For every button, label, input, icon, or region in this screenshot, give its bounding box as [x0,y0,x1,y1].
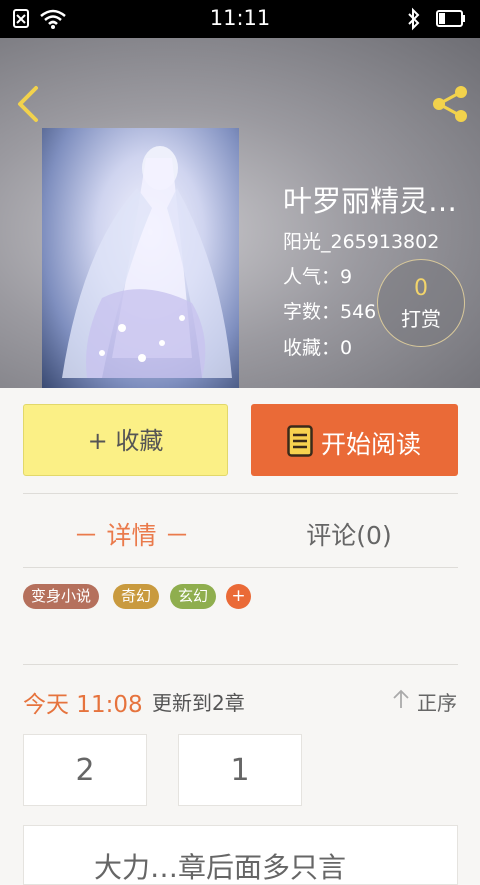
add-to-favorites-button[interactable]: + 收藏 [23,404,228,476]
start-reading-button[interactable]: 开始阅读 [251,404,458,476]
book-header: 叶罗丽精灵… 阳光_265913802 人气：9 字数：546 收藏：0 0 打… [0,38,480,388]
status-bar: 11:11 [0,0,480,38]
chapter-preview-text: 大力…章后面多只言 [94,851,347,884]
tag-transformation-novel[interactable]: 变身小说 [23,584,100,609]
book-author[interactable]: 阳光_265913802 [283,227,439,254]
tip-label: 打赏 [401,307,441,331]
start-reading-label: 开始阅读 [321,430,422,459]
book-icon [287,425,313,457]
update-status: 更新到2章 [152,691,245,715]
share-icon[interactable] [429,83,471,125]
book-favorite-count: 收藏：0 [283,337,353,359]
divider [23,493,458,494]
battery-icon [436,10,465,27]
chapter-item[interactable]: 2 [23,734,147,806]
chapter-item[interactable]: 1 [178,734,302,806]
arrow-up-icon [393,689,409,708]
tag-xuanhuan[interactable]: 玄幻 [170,584,217,609]
book-cover-image[interactable] [42,128,239,388]
tab-comments[interactable]: 评论(0) [240,516,458,552]
sort-label: 正序 [417,691,457,715]
bluetooth-icon [408,7,420,31]
tab-detail[interactable]: － 详情 － [23,516,240,552]
book-word-count: 字数：546 [283,301,377,323]
sort-order-toggle[interactable]: 正序 [392,687,457,716]
book-popularity: 人气：9 [283,266,353,288]
update-time: 今天 11:08 [23,692,143,718]
tip-count: 0 [414,276,428,301]
chapter-preview-card[interactable]: 大力…章后面多只言 [23,825,458,885]
back-icon[interactable] [12,84,44,124]
tip-button[interactable]: 0 打赏 [377,259,465,347]
book-title: 叶罗丽精灵… [283,184,458,218]
add-tag-button[interactable]: + [226,584,251,609]
divider [23,567,458,568]
tag-fantasy[interactable]: 奇幻 [113,584,160,609]
divider [23,664,458,665]
